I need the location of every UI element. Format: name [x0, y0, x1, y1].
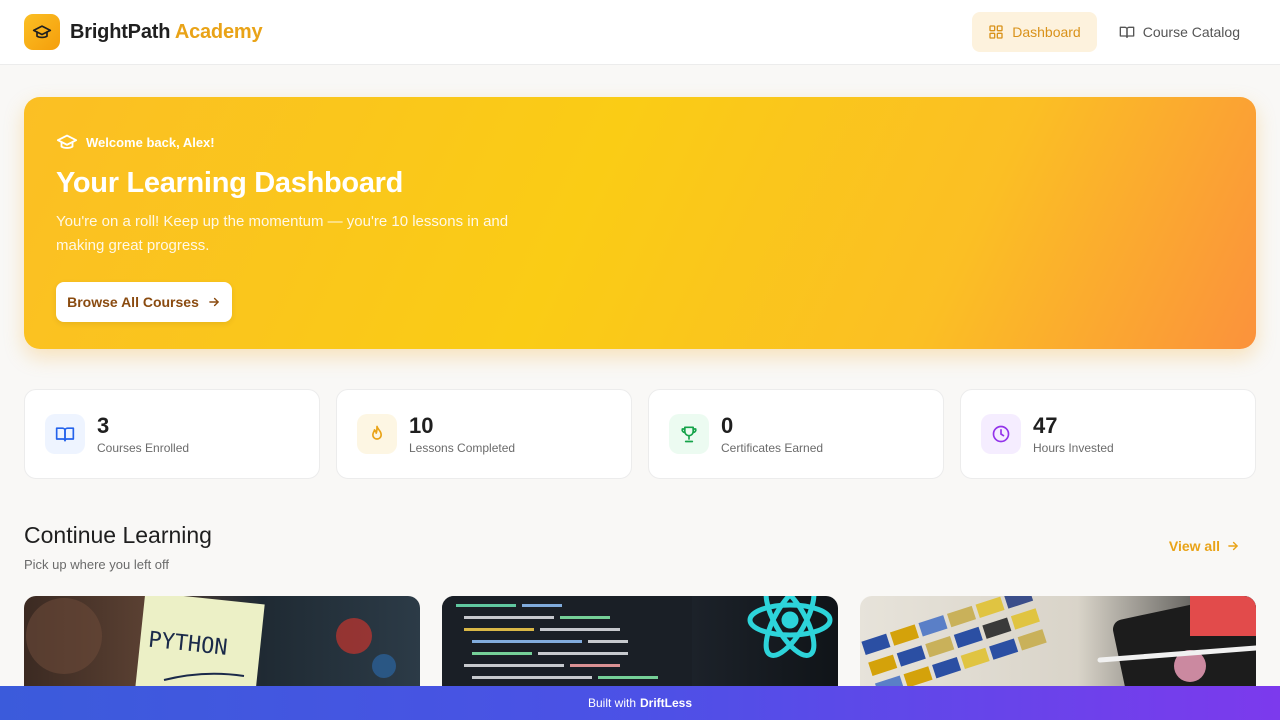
welcome-text: Welcome back, Alex! [86, 134, 215, 150]
stat-value: 47 [1033, 413, 1058, 438]
footer-prefix: Built with [587, 696, 636, 710]
course-thumbnail-python: PYTHON [26, 596, 396, 696]
hero-description: You're on a roll! Keep up the momentum —… [56, 213, 509, 254]
arrow-right-icon [209, 297, 219, 307]
top-navbar: BrightPath Academy Dashboard Course Cata… [0, 0, 1280, 65]
stat-icon-bg [45, 414, 85, 454]
arrow-right-icon [1228, 541, 1238, 551]
stat-card-lessons: 10 Lessons Completed [336, 389, 632, 479]
stat-value: 10 [409, 413, 434, 438]
section-title: Continue Learning [24, 522, 212, 548]
stat-value: 0 [721, 413, 734, 438]
stat-label: Certificates Earned [721, 441, 824, 455]
book-icon [1119, 26, 1135, 38]
view-all-label: View all [1168, 538, 1220, 554]
nav-dashboard-label: Dashboard [1012, 24, 1081, 40]
nav-course-catalog[interactable]: Course Catalog [1103, 12, 1256, 52]
nav-dashboard[interactable]: Dashboard [972, 12, 1097, 52]
stat-card-courses: 3 Courses Enrolled [24, 389, 320, 479]
course-thumbnail-react [442, 596, 833, 696]
grid-icon [989, 25, 1003, 39]
browse-button-label: Browse All Courses [67, 294, 199, 310]
book-open-icon [55, 427, 75, 442]
continue-learning-header: Continue Learning Pick up where you left… [24, 522, 212, 572]
stat-label: Courses Enrolled [97, 441, 190, 455]
clock-icon [992, 425, 1010, 443]
footer-brand: DriftLess [640, 696, 693, 710]
stat-label: Lessons Completed [409, 441, 516, 455]
section-subtitle: Pick up where you left off [24, 557, 170, 572]
main-nav: Dashboard Course Catalog [972, 12, 1256, 52]
hero-banner: Welcome back, Alex! Your Learning Dashbo… [24, 97, 1256, 349]
course-thumbnail-design [861, 596, 1256, 696]
stat-icon-bg [669, 414, 709, 454]
course-card-python[interactable]: PYTHON [24, 596, 420, 696]
brand-primary: BrightPath [70, 20, 171, 43]
browse-all-courses-button[interactable]: Browse All Courses [56, 282, 232, 322]
flame-icon [372, 425, 382, 440]
view-all-link[interactable]: View all [1169, 538, 1240, 554]
stat-icon-bg [357, 414, 397, 454]
trophy-icon [681, 426, 697, 443]
stat-icon-bg [981, 414, 1021, 454]
hero-kicker: Welcome back, Alex! [56, 131, 1224, 153]
stat-label: Hours Invested [1033, 441, 1114, 455]
nav-course-catalog-label: Course Catalog [1142, 24, 1240, 40]
logo-badge[interactable] [24, 14, 60, 50]
brand-accent: Academy [174, 20, 263, 43]
page-title: Your Learning Dashboard [56, 167, 404, 199]
stat-value: 3 [97, 413, 110, 438]
built-with-footer[interactable]: Built with DriftLess [0, 686, 1280, 720]
graduation-cap-icon [32, 25, 52, 39]
graduation-cap-icon [56, 134, 78, 149]
stats-row: 3 Courses Enrolled 10 Lessons Completed … [24, 389, 1256, 479]
stat-card-certificates: 0 Certificates Earned [648, 389, 944, 479]
brand-name[interactable]: BrightPath Academy [70, 20, 263, 44]
stat-card-hours: 47 Hours Invested [960, 389, 1256, 479]
course-card-react[interactable] [442, 596, 838, 696]
course-card-design[interactable] [860, 596, 1256, 696]
course-cards: PYTHON [24, 596, 1256, 696]
